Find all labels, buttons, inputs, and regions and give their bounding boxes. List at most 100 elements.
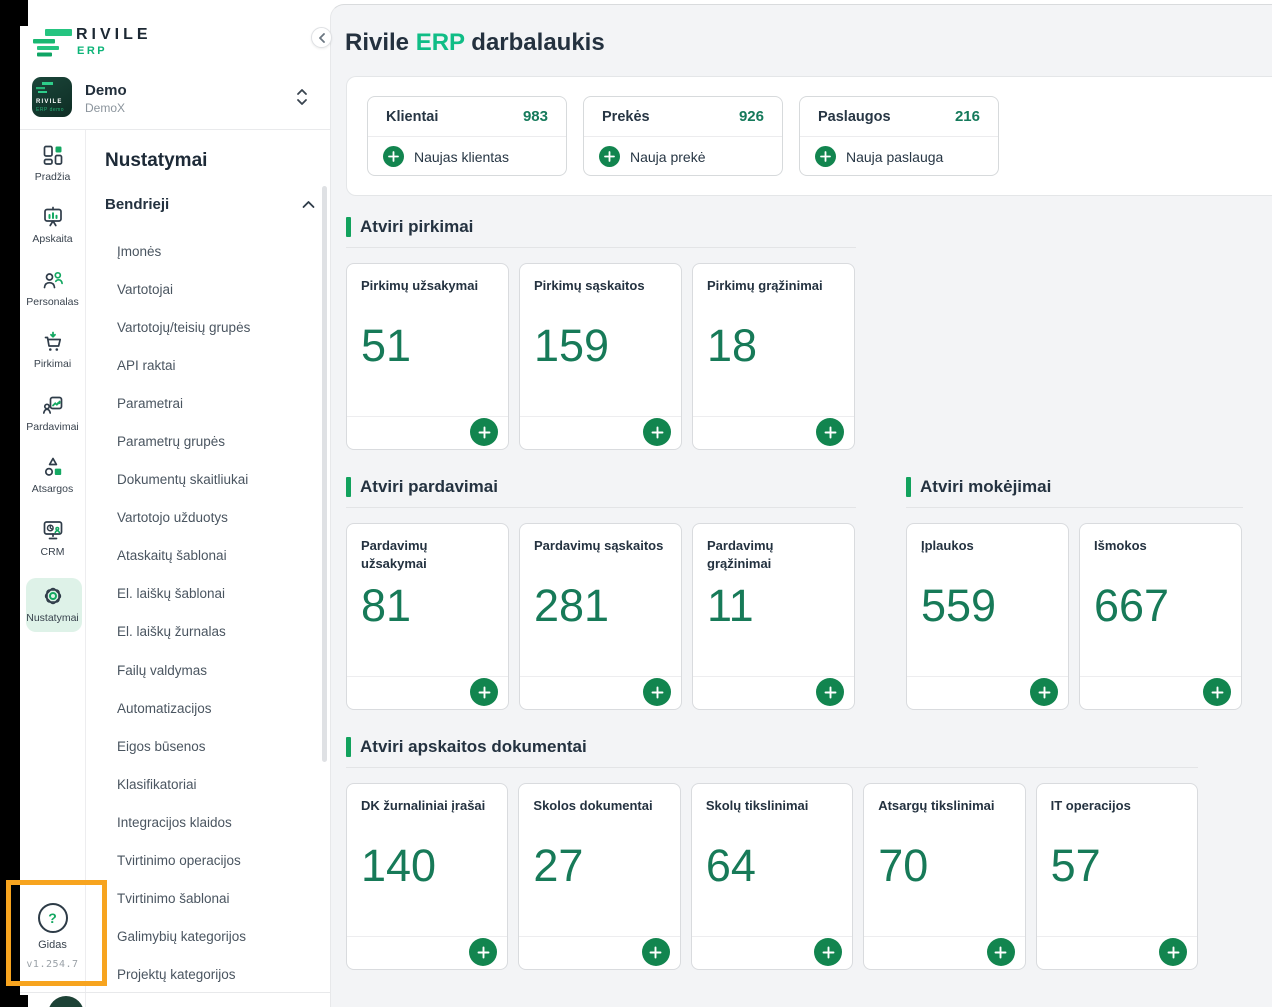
sidebar-collapse-button[interactable] xyxy=(311,27,332,48)
stat-card-value: 27 xyxy=(533,840,583,892)
stat-card-value: 70 xyxy=(878,840,928,892)
stat-card-skolu-tikslinimai[interactable]: Skolų tikslinimai 64 xyxy=(691,783,853,970)
menu-item[interactable]: Eigos būsenos xyxy=(117,727,250,765)
stat-card-pardavimu-grazinimai[interactable]: Pardavimų grąžinimai 11 xyxy=(692,523,855,710)
stat-card-pirkimu-saskaitos[interactable]: Pirkimų sąskaitos 159 xyxy=(519,263,682,450)
stat-card-title: Pardavimų užsakymai xyxy=(347,524,508,572)
page-title-suffix: darbalaukis xyxy=(465,29,605,56)
menu-item[interactable]: Įmonės xyxy=(117,232,250,270)
add-button[interactable] xyxy=(816,678,844,706)
add-button[interactable] xyxy=(1159,938,1187,966)
sidebar-header: RIVILE ERP RIVILE ERP demo Demo DemoX xyxy=(20,0,330,130)
stat-card-pardavimu-saskaitos[interactable]: Pardavimų sąskaitos 281 xyxy=(519,523,682,710)
stat-card-title: Pirkimų užsakymai xyxy=(347,264,508,295)
panel-group-bendrieji[interactable]: Bendrieji xyxy=(105,196,315,213)
menu-item[interactable]: Ataskaitų šablonai xyxy=(117,537,250,575)
menu-item[interactable]: Vartotojo užduotys xyxy=(117,499,250,537)
sidebar-item-pirkimai[interactable]: Pirkimai xyxy=(20,330,85,370)
sidebar-item-apskaita[interactable]: Apskaita xyxy=(20,205,85,245)
stat-card-footer xyxy=(907,676,1068,709)
new-product-button[interactable]: Nauja prekė xyxy=(584,137,782,176)
panel-group-label: Bendrieji xyxy=(105,196,169,213)
add-button[interactable] xyxy=(814,938,842,966)
menu-item[interactable]: Automatizacijos xyxy=(117,689,250,727)
add-button[interactable] xyxy=(816,418,844,446)
sidebar-item-atsargos[interactable]: Atsargos xyxy=(20,455,85,495)
cart-icon xyxy=(41,330,65,354)
new-service-button[interactable]: Nauja paslauga xyxy=(800,137,998,176)
add-button[interactable] xyxy=(470,678,498,706)
company-org: DemoX xyxy=(85,101,125,115)
bottom-company-avatar[interactable] xyxy=(48,996,84,1007)
menu-item[interactable]: El. laiškų žurnalas xyxy=(117,613,250,651)
menu-item[interactable]: Integracijos klaidos xyxy=(117,803,250,841)
sidebar-item-nustatymai[interactable]: Nustatymai xyxy=(20,584,85,624)
guide-button[interactable]: ? Gidas v1.254.7 xyxy=(20,903,85,970)
menu-item[interactable]: Tvirtinimo operacijos xyxy=(117,842,250,880)
page-title-prefix: Rivile xyxy=(345,29,416,56)
company-switcher-icon[interactable] xyxy=(294,86,310,108)
panel-bottom-divider xyxy=(20,992,330,993)
stat-card-footer xyxy=(347,936,507,969)
screen-edge-notch-bottom xyxy=(0,995,28,1007)
sidebar-item-label: Apskaita xyxy=(32,233,72,245)
stat-card-title: IT operacijos xyxy=(1037,784,1197,815)
quick-card-klientai[interactable]: Klientai 983 Naujas klientas xyxy=(367,96,567,176)
menu-item[interactable]: El. laiškų šablonai xyxy=(117,575,250,613)
stat-card-pirkimu-uzsakymai[interactable]: Pirkimų užsakymai 51 xyxy=(346,263,509,450)
sidebar-item-personalas[interactable]: Personalas xyxy=(20,268,85,308)
company-avatar-sub: ERP demo xyxy=(36,107,64,113)
add-button[interactable] xyxy=(643,678,671,706)
menu-item[interactable]: Dokumentų skaitliukai xyxy=(117,461,250,499)
add-button[interactable] xyxy=(1203,678,1231,706)
stat-card-value: 51 xyxy=(361,320,411,372)
stat-card-ismokos[interactable]: Išmokos 667 xyxy=(1079,523,1242,710)
screen-edge-notch-top xyxy=(0,0,28,26)
add-button[interactable] xyxy=(1030,678,1058,706)
quick-action-label: Nauja paslauga xyxy=(846,149,943,165)
menu-item[interactable]: Vartotojų/teisių grupės xyxy=(117,308,250,346)
stat-card-atsargu-tikslinimai[interactable]: Atsargų tikslinimai 70 xyxy=(863,783,1025,970)
logo-product-text: ERP xyxy=(77,45,107,57)
menu-item[interactable]: Galimybių kategorijos xyxy=(117,918,250,956)
menu-item[interactable]: Parametrai xyxy=(117,384,250,422)
menu-item[interactable]: API raktai xyxy=(117,346,250,384)
stat-card-title: Pirkimų sąskaitos xyxy=(520,264,681,295)
guide-label: Gidas xyxy=(38,939,67,951)
stat-card-value: 140 xyxy=(361,840,436,892)
stat-card-skolos-dokumentai[interactable]: Skolos dokumentai 27 xyxy=(518,783,680,970)
sidebar-item-crm[interactable]: CRM xyxy=(20,518,85,558)
stat-card-dk-zurnaliniai-irasai[interactable]: DK žurnaliniai įrašai 140 xyxy=(346,783,508,970)
stat-card-title: Pardavimų sąskaitos xyxy=(520,524,681,555)
add-button[interactable] xyxy=(469,938,497,966)
stat-card-pirkimu-grazinimai[interactable]: Pirkimų grąžinimai 18 xyxy=(692,263,855,450)
quick-card-prekes[interactable]: Prekės 926 Nauja prekė xyxy=(583,96,783,176)
menu-item[interactable]: Projektų kategorijos xyxy=(117,956,250,994)
stat-card-title: Skolos dokumentai xyxy=(519,784,679,815)
menu-item[interactable]: Vartotojai xyxy=(117,270,250,308)
section-title: Atviri mokėjimai xyxy=(920,477,1051,497)
sidebar-item-pardavimai[interactable]: Pardavimai xyxy=(20,393,85,433)
stat-card-iplaukos[interactable]: Įplaukos 559 xyxy=(906,523,1069,710)
stat-card-pardavimu-uzsakymai[interactable]: Pardavimų užsakymai 81 xyxy=(346,523,509,710)
stat-card-it-operacijos[interactable]: IT operacijos 57 xyxy=(1036,783,1198,970)
question-circle-icon: ? xyxy=(38,903,68,933)
add-button[interactable] xyxy=(642,938,670,966)
stat-card-footer xyxy=(519,936,679,969)
add-button[interactable] xyxy=(987,938,1015,966)
menu-item[interactable]: Failų valdymas xyxy=(117,651,250,689)
section-accent-bar xyxy=(346,737,351,757)
screen-edge-strip xyxy=(0,0,20,1007)
section-atviri-mokejimai: Atviri mokėjimai Įplaukos 559 Išmokos 66… xyxy=(906,477,1243,710)
menu-item[interactable]: Tvirtinimo šablonai xyxy=(117,880,250,918)
section-atviri-apskaitos-dokumentai: Atviri apskaitos dokumentai DK žurnalini… xyxy=(346,737,1198,970)
quick-card-label: Klientai xyxy=(386,109,438,125)
panel-scrollbar[interactable] xyxy=(322,186,327,762)
quick-card-paslaugos[interactable]: Paslaugos 216 Nauja paslauga xyxy=(799,96,999,176)
new-client-button[interactable]: Naujas klientas xyxy=(368,137,566,176)
sidebar-item-pradzia[interactable]: Pradžia xyxy=(20,143,85,183)
add-button[interactable] xyxy=(470,418,498,446)
add-button[interactable] xyxy=(643,418,671,446)
menu-item[interactable]: Parametrų grupės xyxy=(117,422,250,460)
menu-item[interactable]: Klasifikatoriai xyxy=(117,765,250,803)
